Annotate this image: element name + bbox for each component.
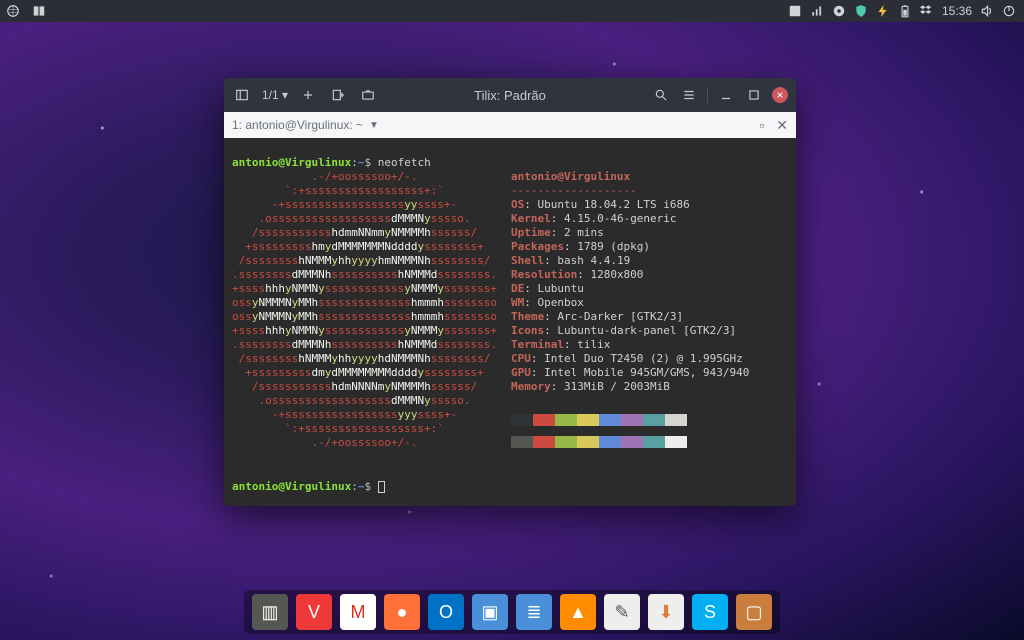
book-icon[interactable] — [32, 4, 46, 18]
window-titlebar[interactable]: 1/1 ▾ Tilix: Padrão — [224, 78, 796, 112]
tab-strip: 1: antonio@Virgulinux: ~ ▼ ▫ ✕ — [224, 112, 796, 138]
dock: ▥VM●O▣≣▲✎⬇S▢ — [244, 590, 780, 634]
sidebar-toggle-icon[interactable] — [232, 85, 252, 105]
separator — [707, 87, 708, 103]
ascii-logo: .-/+oossssoo+/-. `:+ssssssssssssssssss+:… — [232, 170, 497, 452]
dock-app-notes[interactable]: ✎ — [604, 594, 640, 630]
window-maximize-button[interactable] — [744, 85, 764, 105]
system-info: antonio@Virgulinux ------------------- O… — [511, 170, 788, 452]
dock-app-vivaldi[interactable]: V — [296, 594, 332, 630]
dock-app-pcmanfm[interactable]: ▣ — [472, 594, 508, 630]
disk-icon[interactable] — [832, 4, 846, 18]
dock-app-files[interactable]: ▥ — [252, 594, 288, 630]
dock-app-store[interactable]: ⬇ — [648, 594, 684, 630]
window-minimize-button[interactable] — [716, 85, 736, 105]
clock[interactable]: 15:36 — [942, 4, 972, 18]
new-terminal-button[interactable] — [298, 85, 318, 105]
tab-menu-chevron-icon[interactable]: ▼ — [369, 120, 379, 131]
volume-icon[interactable] — [980, 4, 994, 18]
tab-maximize-icon[interactable]: ▫ — [759, 117, 764, 134]
new-session-button[interactable] — [328, 85, 348, 105]
hamburger-menu-button[interactable] — [679, 85, 699, 105]
dock-app-docs[interactable]: ≣ — [516, 594, 552, 630]
command-text: neofetch — [378, 156, 431, 169]
dock-app-firefox[interactable]: ● — [384, 594, 420, 630]
distro-menu-icon[interactable] — [6, 4, 20, 18]
dock-app-pkg[interactable]: ▢ — [736, 594, 772, 630]
session-indicator[interactable]: 1/1 ▾ — [262, 88, 288, 102]
shield-icon[interactable] — [854, 4, 868, 18]
dock-app-skype[interactable]: S — [692, 594, 728, 630]
power-icon[interactable] — [1002, 4, 1016, 18]
network-icon[interactable] — [810, 4, 824, 18]
top-panel: 15:36 — [0, 0, 1024, 22]
dock-app-outlook[interactable]: O — [428, 594, 464, 630]
terminal-body[interactable]: antonio@Virgulinux:~$ neofetch .-/+oosss… — [224, 138, 796, 506]
sync-input-icon[interactable] — [358, 85, 378, 105]
dropbox-icon[interactable] — [920, 4, 934, 18]
cursor — [378, 481, 385, 493]
tab-close-icon[interactable]: ✕ — [776, 117, 788, 134]
dock-app-gmail[interactable]: M — [340, 594, 376, 630]
bolt-icon[interactable] — [876, 4, 890, 18]
terminal-tab[interactable]: 1: antonio@Virgulinux: ~ — [232, 118, 363, 132]
terminal-window: 1/1 ▾ Tilix: Padrão 1: antonio@Virgulinu… — [224, 78, 796, 506]
dock-app-vlc[interactable]: ▲ — [560, 594, 596, 630]
tray-app-icon[interactable] — [788, 4, 802, 18]
prompt-user: antonio@Virgulinux — [232, 156, 351, 169]
battery-icon[interactable] — [898, 4, 912, 18]
search-button[interactable] — [651, 85, 671, 105]
window-close-button[interactable] — [772, 87, 788, 103]
